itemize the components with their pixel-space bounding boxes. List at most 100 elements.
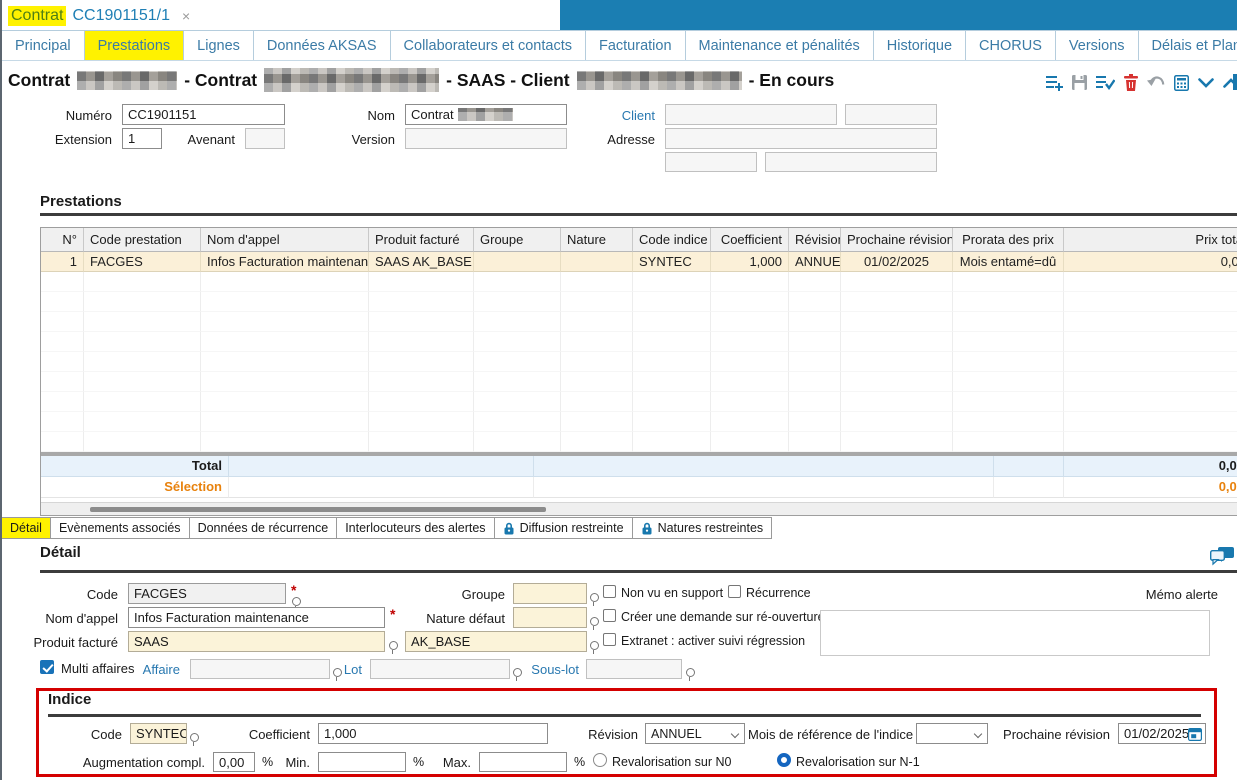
extension-input[interactable]: 1	[122, 128, 162, 149]
adresse-input[interactable]	[665, 128, 937, 149]
prochaine-revision-input[interactable]: 01/02/2025	[1118, 723, 1206, 744]
tab-prestations[interactable]: Prestations	[83, 30, 185, 60]
indice-code-input[interactable]: SYNTEC	[130, 723, 187, 744]
numero-input[interactable]: CC1901151	[122, 104, 285, 125]
tab-evenements-associes[interactable]: Evènements associés	[49, 517, 190, 539]
tab-lignes[interactable]: Lignes	[183, 30, 254, 60]
delete-icon[interactable]	[1124, 74, 1138, 91]
calculator-icon[interactable]	[1174, 74, 1189, 91]
add-row-icon[interactable]	[1046, 75, 1063, 91]
tab-historique[interactable]: Historique	[872, 30, 967, 60]
table-empty-row[interactable]	[41, 332, 1237, 352]
tab-principal[interactable]: Principal	[1, 30, 85, 60]
tab-collaborateurs-et-contacts[interactable]: Collaborateurs et contacts	[389, 30, 586, 60]
recurrence-checkbox[interactable]	[728, 585, 741, 598]
title-contrat-2: - Contrat	[184, 69, 258, 90]
avenant-input[interactable]	[245, 128, 285, 149]
col-prorata-des-prix[interactable]: Prorata des prix	[953, 228, 1064, 252]
coefficient-input[interactable]: 1,000	[318, 723, 548, 744]
table-row[interactable]: 1 FACGES Infos Facturation maintenance S…	[41, 252, 1237, 272]
table-empty-row[interactable]	[41, 412, 1237, 432]
produit-detail-lookup-icon[interactable]	[590, 641, 599, 653]
tab-natures-restreintes[interactable]: Natures restreintes	[631, 517, 773, 539]
undo-icon[interactable]	[1147, 76, 1165, 89]
table-empty-row[interactable]	[41, 272, 1237, 292]
indice-code-lookup-icon[interactable]	[190, 733, 199, 745]
validate-icon[interactable]	[1096, 75, 1115, 90]
col-nom-appel[interactable]: Nom d'appel	[201, 228, 369, 252]
max-input[interactable]	[479, 752, 567, 772]
memo-alerte-textarea[interactable]	[820, 610, 1210, 656]
memo-chat-icon[interactable]	[1209, 547, 1234, 571]
col-groupe[interactable]: Groupe	[474, 228, 561, 252]
min-input[interactable]	[318, 752, 406, 772]
sous-lot-input[interactable]	[586, 659, 682, 679]
produit-lookup-icon[interactable]	[389, 641, 398, 653]
table-empty-row[interactable]	[41, 392, 1237, 412]
groupe-lookup-icon[interactable]	[590, 593, 599, 605]
save-icon[interactable]	[1072, 75, 1087, 90]
version-input[interactable]	[405, 128, 567, 149]
col-num[interactable]: N°	[41, 228, 84, 252]
lot-label[interactable]: Lot	[330, 662, 362, 677]
affaire-input[interactable]	[190, 659, 330, 679]
tab-detail[interactable]: Détail	[1, 517, 51, 539]
revalorisation-n1-radio[interactable]	[777, 753, 791, 767]
lot-input[interactable]	[370, 659, 510, 679]
tab-facturation[interactable]: Facturation	[584, 30, 686, 60]
nom-input[interactable]: Contrat	[405, 104, 567, 125]
table-empty-row[interactable]	[41, 292, 1237, 312]
sous-lot-lookup-icon[interactable]	[686, 668, 695, 680]
cell-code-indice: SYNTEC	[633, 252, 711, 272]
lot-lookup-icon[interactable]	[513, 668, 522, 680]
produit-detail-input[interactable]: AK_BASE	[405, 631, 587, 652]
collapse-icon[interactable]	[1198, 77, 1214, 88]
nature-defaut-lookup-icon[interactable]	[590, 617, 599, 629]
calendar-icon[interactable]	[1188, 727, 1203, 743]
tab-chorus[interactable]: CHORUS	[965, 30, 1056, 60]
mois-reference-select[interactable]	[916, 723, 988, 744]
close-icon[interactable]: ×	[182, 8, 190, 24]
adresse-cp-input[interactable]	[665, 152, 757, 172]
multi-affaires-checkbox[interactable]	[40, 660, 54, 674]
nom-appel-input[interactable]: Infos Facturation maintenance	[128, 607, 385, 628]
col-code-indice[interactable]: Code indice	[633, 228, 711, 252]
horizontal-scrollbar[interactable]	[41, 502, 1237, 515]
col-revision[interactable]: Révision	[789, 228, 841, 252]
client-input[interactable]	[665, 104, 837, 125]
table-empty-row[interactable]	[41, 372, 1237, 392]
tab-delais-et-plans[interactable]: Délais et Plans	[1137, 30, 1237, 60]
groupe-input[interactable]	[513, 583, 587, 604]
tab-diffusion-restreinte[interactable]: Diffusion restreinte	[493, 517, 633, 539]
augmentation-input[interactable]: 0,00	[213, 752, 255, 772]
table-empty-row[interactable]	[41, 432, 1237, 452]
creer-demande-checkbox[interactable]	[603, 609, 616, 622]
non-vu-en-support-checkbox[interactable]	[603, 585, 616, 598]
client-label[interactable]: Client	[560, 108, 655, 123]
col-nature[interactable]: Nature	[561, 228, 633, 252]
tab-maintenance-et-penalites[interactable]: Maintenance et pénalités	[684, 30, 874, 60]
scrollbar-thumb[interactable]	[90, 507, 546, 512]
col-code-prestation[interactable]: Code prestation	[84, 228, 201, 252]
tab-donnees-de-recurrence[interactable]: Données de récurrence	[188, 517, 338, 539]
col-prochaine-revision[interactable]: Prochaine révision	[841, 228, 953, 252]
table-empty-row[interactable]	[41, 352, 1237, 372]
affaire-label[interactable]: Affaire	[120, 662, 180, 677]
nature-defaut-input[interactable]	[513, 607, 587, 628]
produit-facture-input[interactable]: SAAS	[128, 631, 385, 652]
sous-lot-label[interactable]: Sous-lot	[524, 662, 579, 677]
col-prix-total[interactable]: Prix total	[1064, 228, 1237, 252]
table-empty-row[interactable]	[41, 312, 1237, 332]
revision-select[interactable]: ANNUEL	[645, 723, 745, 744]
extranet-checkbox[interactable]	[603, 633, 616, 646]
col-coefficient[interactable]: Coefficient	[711, 228, 789, 252]
revalorisation-n0-radio[interactable]	[593, 753, 607, 767]
adresse-ville-input[interactable]	[765, 152, 937, 172]
client-code-input[interactable]	[845, 104, 937, 125]
document-tab[interactable]: Contrat CC1901151/1 ×	[8, 3, 190, 29]
tab-versions[interactable]: Versions	[1054, 30, 1139, 60]
code-input[interactable]: FACGES	[128, 583, 286, 604]
tab-donnees-aksas[interactable]: Données AKSAS	[252, 30, 391, 60]
col-produit-facture[interactable]: Produit facturé	[369, 228, 474, 252]
tab-interlocuteurs-des-alertes[interactable]: Interlocuteurs des alertes	[336, 517, 495, 539]
